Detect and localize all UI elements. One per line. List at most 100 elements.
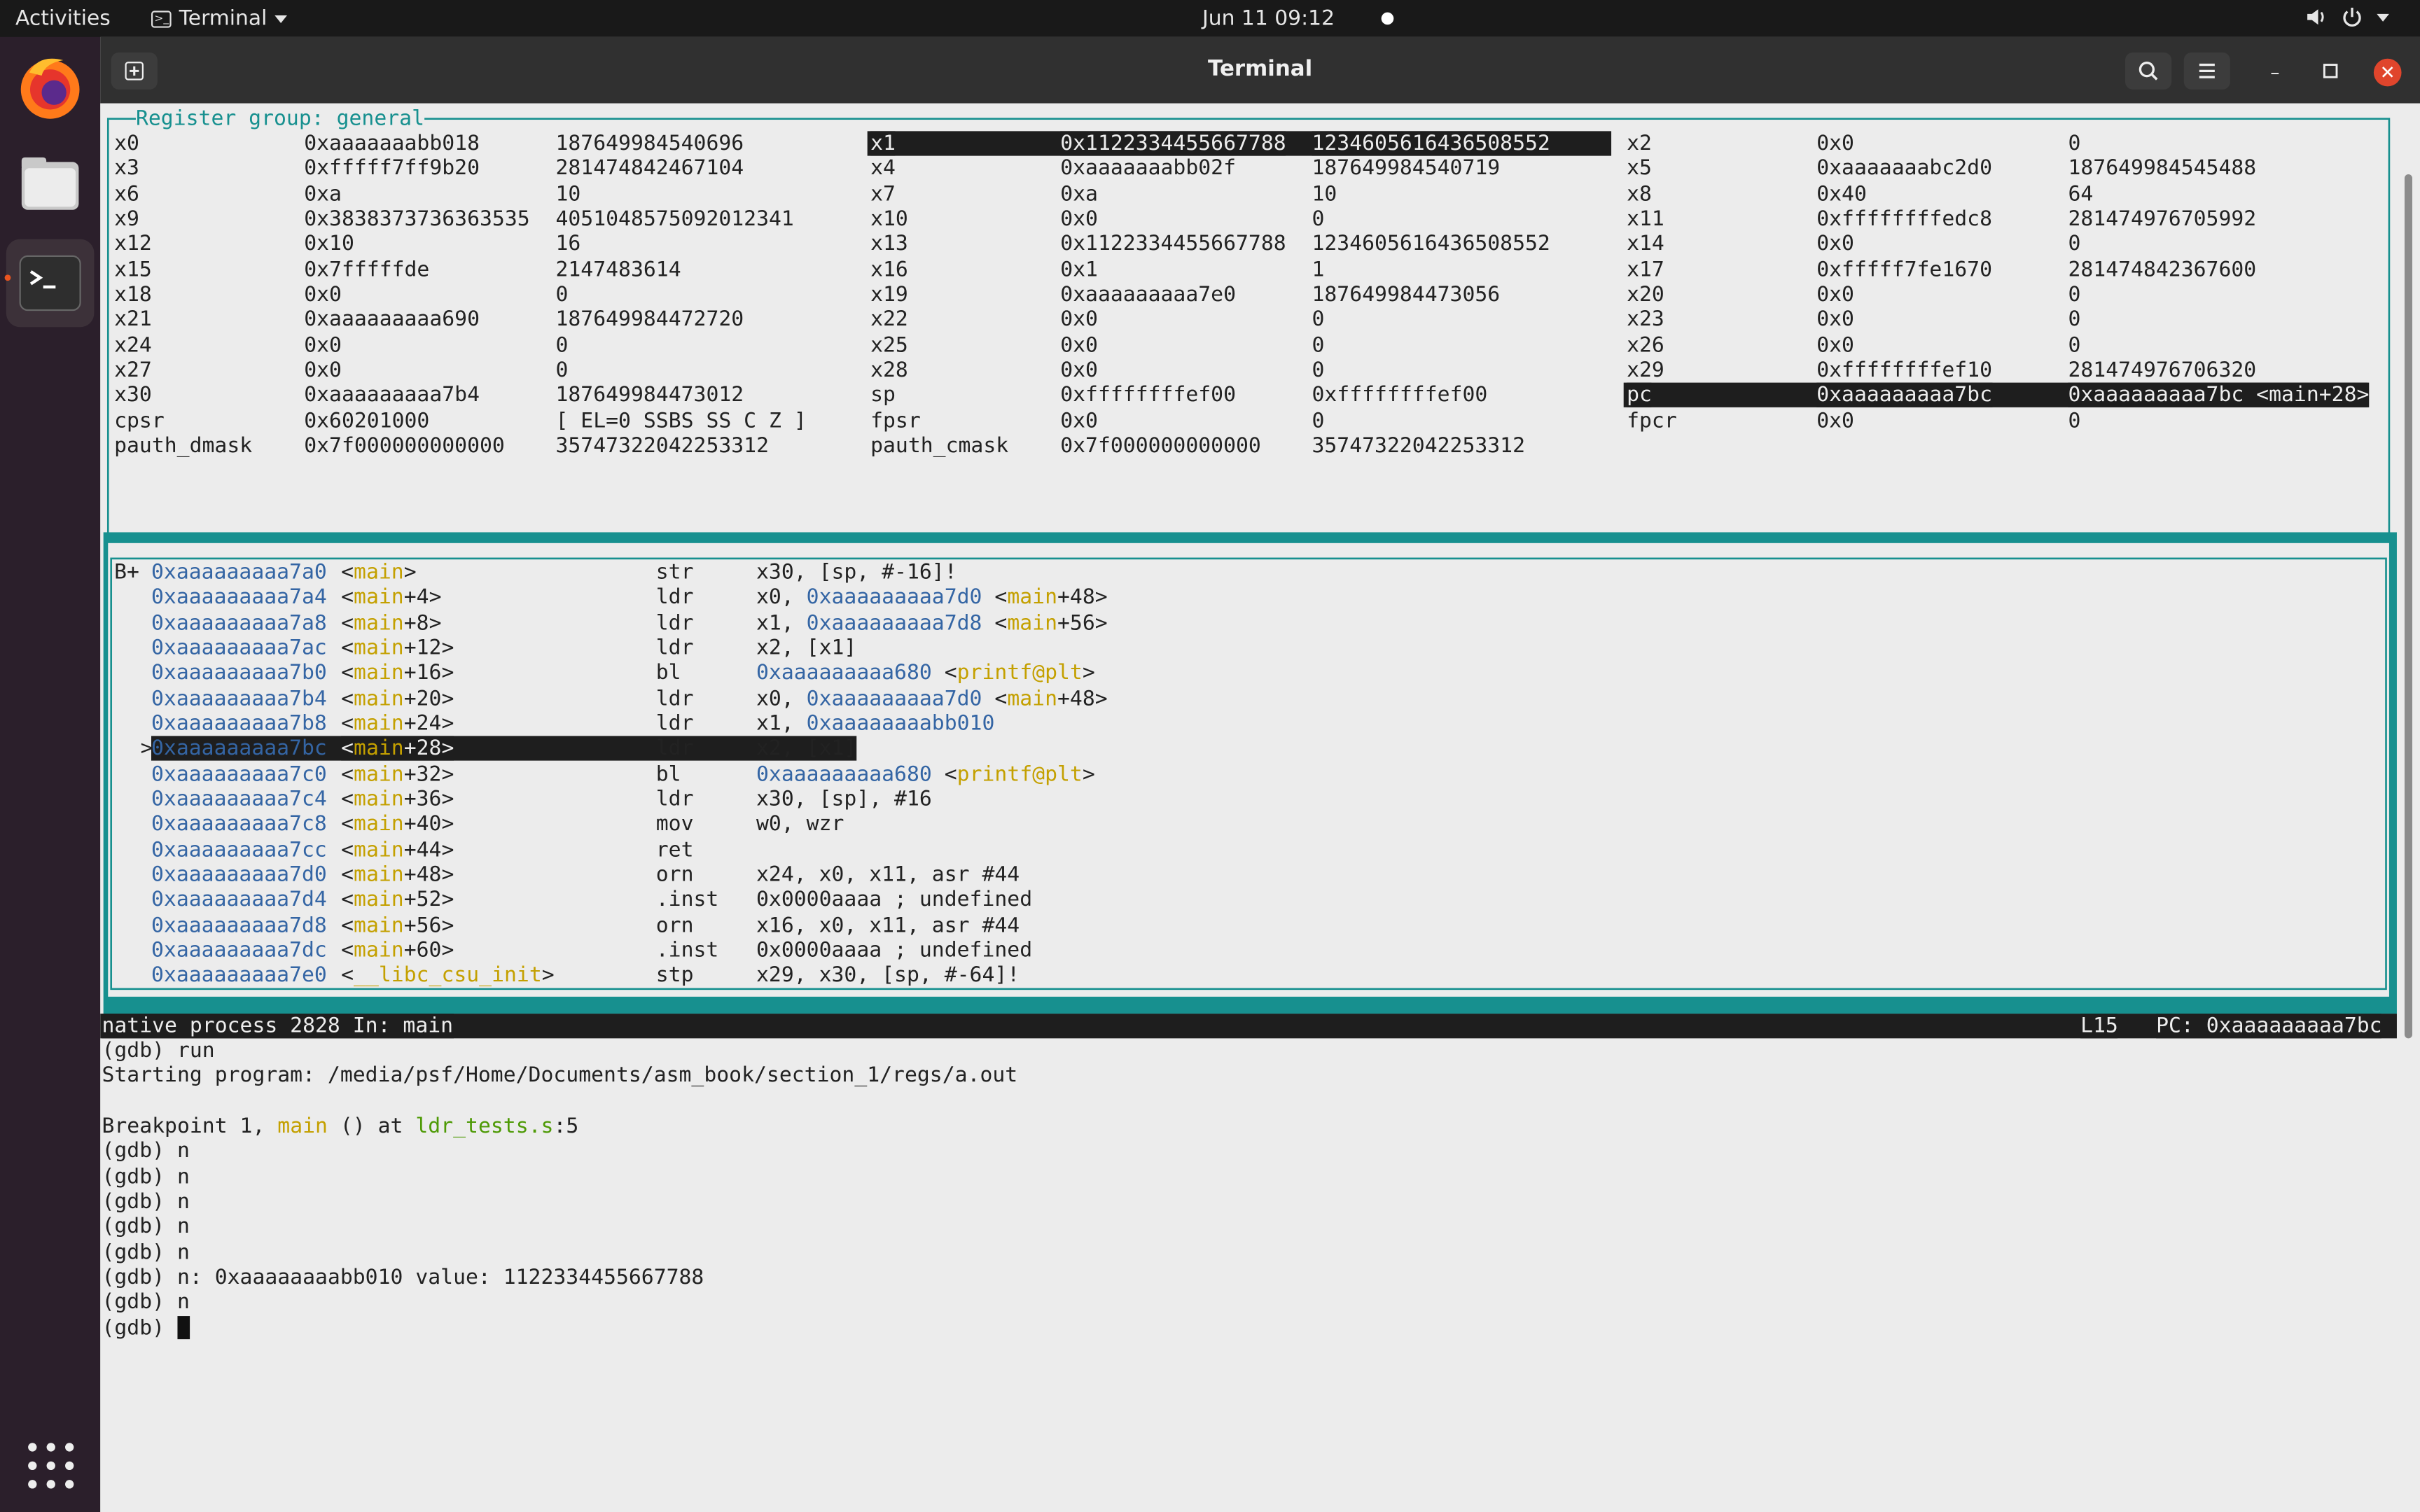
register-name: pc (1627, 383, 1652, 408)
activities-button[interactable]: Activities (15, 6, 111, 31)
register-hex: 0x0 (1060, 408, 1098, 433)
asm-operands: x29, x30, [sp, #-64]! (756, 963, 1020, 988)
register-hex: 0x3838373736363535 (304, 206, 530, 232)
asm-symbol: <main+40> (341, 812, 454, 836)
register-name: x3 (114, 156, 139, 181)
register-hex: 0x0 (1060, 358, 1098, 383)
register-value: 16 (555, 232, 581, 257)
register-name: x9 (114, 206, 139, 232)
register-hex: 0xa (304, 181, 342, 206)
console-text: (gdb) n (102, 1290, 190, 1315)
register-hex: 0xaaaaaaaaa7e0 (1060, 282, 1237, 307)
operand-part: printf@plt (957, 661, 1083, 686)
window-title: Terminal (1208, 57, 1313, 82)
firefox-icon[interactable] (11, 48, 89, 126)
asm-mnemonic: ldr (655, 610, 694, 636)
symbol-name: main (354, 887, 404, 913)
register-name: x14 (1627, 232, 1664, 257)
register-name: x19 (870, 282, 908, 307)
screen: Activities >_ Terminal Jun 11 09:12 Term… (0, 0, 2420, 1512)
asm-symbol: <main+56> (341, 913, 454, 937)
asm-address: 0xaaaaaaaaa7a0 (151, 560, 327, 585)
register-value: 0 (1312, 358, 1325, 383)
symbol-name: main (354, 610, 404, 636)
app-grid-icon[interactable] (26, 1441, 76, 1491)
symbol-offset: +40 (403, 812, 442, 837)
clock[interactable]: Jun 11 09:12 (1202, 6, 1393, 31)
register-name: pauth_dmask (114, 433, 253, 458)
operand-part: < (931, 661, 957, 686)
files-icon[interactable] (11, 145, 89, 223)
console-line: (gdb) n: 0xaaaaaaaabb010 value: 11223344… (102, 1265, 704, 1289)
symbol-name: main (354, 912, 404, 938)
console-line: (gdb) n (102, 1139, 189, 1163)
bracket: < (341, 610, 354, 636)
symbol-name: main (354, 661, 404, 686)
asm-operands: 0xaaaaaaaaa680 <printf@plt> (756, 661, 1095, 685)
search-icon[interactable] (2125, 52, 2172, 90)
register-name: x7 (870, 181, 896, 206)
console-text: () at (327, 1114, 416, 1139)
chevron-down-icon (274, 14, 288, 22)
terminal-dock-item[interactable] (6, 239, 95, 328)
register-hex: 0x10 (304, 232, 354, 257)
minimize-icon[interactable]: – (2261, 59, 2289, 87)
operand-part: +48> (1057, 585, 1108, 610)
console-line: Starting program: /media/psf/Home/Docume… (102, 1063, 1017, 1088)
register-value: 0xffffffffef00 (1312, 383, 1488, 408)
asm-symbol: <main+4> (341, 585, 441, 610)
register-value: 281474842467104 (555, 156, 744, 181)
bracket: > (441, 736, 454, 762)
asm-symbol: <main+28> (341, 736, 454, 762)
register-name: pauth_cmask (870, 433, 1009, 458)
register-hex: 0x0 (304, 332, 342, 358)
console-text: (gdb) n (102, 1240, 190, 1265)
asm-mnemonic: ret (655, 836, 694, 862)
close-icon[interactable]: ✕ (2373, 58, 2402, 87)
register-hex: 0x0 (1816, 332, 1854, 358)
operand-part: > (1082, 761, 1095, 787)
console-text: :5 (553, 1114, 579, 1139)
asm-operands: x0, 0xaaaaaaaaa7d0 <main+48> (756, 686, 1108, 710)
symbol-offset: +24 (403, 711, 442, 736)
register-value: 187649984473056 (1312, 282, 1501, 307)
register-value: 0 (1312, 206, 1325, 232)
app-menu[interactable]: >_ Terminal (151, 6, 288, 31)
asm-address: 0xaaaaaaaaa7c8 (151, 812, 327, 837)
bracket: < (341, 560, 354, 585)
asm-operands: 0xaaaaaaaaa680 <printf@plt> (756, 762, 1095, 786)
asm-operands: x1, 0xaaaaaaaaa7d8 <main+56> (756, 610, 1108, 635)
asm-symbol: <main+16> (341, 661, 454, 685)
console-text: main (277, 1114, 328, 1139)
asm-address: 0xaaaaaaaaa7c4 (151, 787, 327, 812)
terminal-content[interactable]: Register group: general x0 0xaaaaaaabb018 1… (100, 103, 2420, 1512)
symbol-name: main (354, 560, 404, 585)
asm-symbol: <main+20> (341, 686, 454, 710)
scrollbar[interactable] (2404, 174, 2412, 1039)
register-value: 0 (1312, 332, 1325, 358)
register-hex: 0x0 (1060, 307, 1098, 332)
register-hex: 0xfffff7ff9b20 (304, 156, 480, 181)
register-name: x15 (114, 257, 152, 282)
bracket: < (341, 887, 354, 913)
operand-part: printf@plt (957, 761, 1083, 787)
bracket: > (541, 962, 555, 988)
maximize-icon[interactable] (2316, 59, 2344, 87)
asm-operands: x16, x0, x11, asr #44 (756, 913, 1020, 937)
operand-part: 0xaaaaaaaabb010 (806, 711, 995, 736)
register-hex: 0x1122334455667788 (1060, 131, 1286, 156)
menu-icon[interactable] (2183, 52, 2230, 90)
register-value: 187649984472720 (555, 307, 744, 332)
register-name: x20 (1627, 282, 1664, 307)
asm-operands: x2, [x1] (756, 636, 856, 660)
system-menu[interactable] (2306, 6, 2389, 28)
operand-part: main (1007, 585, 1058, 610)
register-value: 10 (1312, 181, 1337, 206)
asm-symbol: <main+24> (341, 711, 454, 736)
register-name: x29 (1627, 358, 1664, 383)
asm-mnemonic: ldr (655, 585, 694, 610)
asm-operands: x1, 0xaaaaaaaabb010 (756, 711, 994, 736)
register-value: 0 (2068, 408, 2081, 433)
operand-part: x2, [x1] (756, 636, 857, 661)
register-hex: 0x0 (1816, 408, 1854, 433)
